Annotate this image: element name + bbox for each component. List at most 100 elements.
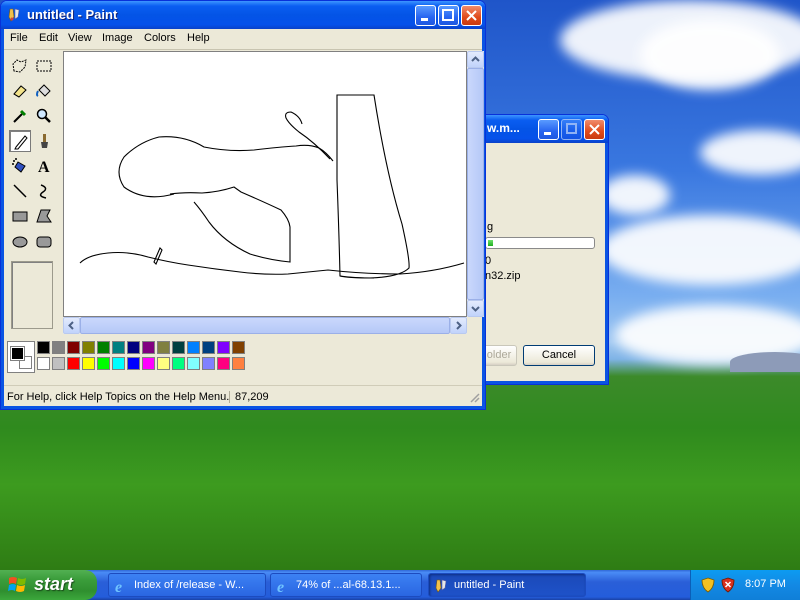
minimize-button[interactable] [538,119,559,140]
color-swatch[interactable] [142,357,155,370]
status-bar: For Help, click Help Topics on the Help … [4,385,482,406]
close-button[interactable] [461,5,482,26]
arrow-up-icon [471,56,480,62]
color-swatch[interactable] [202,341,215,354]
menu-view[interactable]: View [68,32,92,44]
paint-window: untitled - Paint File Edit View Image Co… [0,0,486,410]
paint-icon [435,579,447,593]
color-swatch[interactable] [157,341,170,354]
airbrush-tool[interactable] [9,155,31,177]
maximize-button [561,119,582,140]
maximize-icon [566,123,577,134]
color-swatch[interactable] [187,341,200,354]
color-swatch[interactable] [82,357,95,370]
rectangle-tool[interactable] [9,205,31,227]
color-swatch[interactable] [67,357,80,370]
color-swatch[interactable] [172,357,185,370]
canvas-drawing [79,94,465,279]
free-form-select-tool[interactable] [9,55,31,77]
clock: 8:07 PM [745,578,786,590]
tool-options-box[interactable] [11,261,53,329]
color-swatch[interactable] [112,357,125,370]
taskbar-item-download-progress[interactable]: e 74% of ...al-68.13.1... [270,573,422,597]
menu-help[interactable]: Help [187,32,210,44]
horizontal-scrollbar[interactable] [63,317,467,334]
color-swatch[interactable] [232,357,245,370]
taskbar-item-label: 74% of ...al-68.13.1... [296,579,401,591]
maximize-button[interactable] [438,5,459,26]
vertical-scroll-thumb[interactable] [467,68,484,300]
color-swatch[interactable] [142,341,155,354]
color-swatch[interactable] [157,357,170,370]
color-swatch[interactable] [37,357,50,370]
color-swatch[interactable] [232,341,245,354]
cancel-button[interactable]: Cancel [523,345,595,366]
color-swatch[interactable] [37,341,50,354]
taskbar: start e Index of /release - W... e 74% o… [0,570,800,600]
download-dialog: w.m... g 0 n32.zip older Cancel [476,114,609,385]
eraser-tool[interactable] [9,80,31,102]
menu-edit[interactable]: Edit [39,32,58,44]
dialog-line-1: g [487,221,494,233]
resize-grip-icon[interactable] [468,391,480,403]
scroll-left-button[interactable] [63,317,80,334]
paint-titlebar[interactable]: untitled - Paint [1,1,485,29]
security-alert-icon[interactable] [721,577,735,593]
color-swatch[interactable] [127,357,140,370]
magnifier-tool[interactable] [33,105,55,127]
pencil-tool[interactable] [9,130,31,152]
eyedropper-icon [13,109,27,123]
vertical-scrollbar[interactable] [467,51,484,317]
color-swatch[interactable] [52,341,65,354]
windows-logo-icon [8,577,26,592]
eraser-icon [13,85,27,98]
color-swatch[interactable] [217,341,230,354]
brush-tool[interactable] [33,130,55,152]
polygon-tool[interactable] [33,205,55,227]
curve-tool[interactable] [33,180,55,202]
dialog-titlebar[interactable]: w.m... [477,115,608,143]
select-icon [36,60,52,72]
security-shield-icon[interactable] [701,577,715,593]
taskbar-item-index-of-release[interactable]: e Index of /release - W... [108,573,266,597]
color-swatch[interactable] [172,341,185,354]
select-tool[interactable] [33,55,55,77]
color-swatch[interactable] [202,357,215,370]
fill-with-color-tool[interactable] [33,80,55,102]
arrow-down-icon [471,306,480,312]
menu-colors[interactable]: Colors [144,32,176,44]
color-swatch[interactable] [52,357,65,370]
drawing-canvas[interactable] [63,51,467,317]
line-tool[interactable] [9,180,31,202]
menu-image[interactable]: Image [102,32,133,44]
color-swatch[interactable] [67,341,80,354]
start-button[interactable]: start [0,570,97,600]
ellipse-tool[interactable] [9,230,31,252]
menu-file[interactable]: File [10,32,28,44]
scroll-up-button[interactable] [467,51,484,68]
svg-text:A: A [38,159,50,175]
color-swatch[interactable] [82,341,95,354]
fill-bucket-icon [36,84,51,97]
minimize-icon [421,18,428,21]
text-tool[interactable]: A [33,155,55,177]
pick-color-tool[interactable] [9,105,31,127]
text-icon: A [38,159,50,175]
horizontal-scroll-thumb[interactable] [80,317,450,334]
scroll-right-button[interactable] [450,317,467,334]
rounded-rectangle-tool[interactable] [33,230,55,252]
scroll-down-button[interactable] [467,300,484,317]
color-swatch[interactable] [112,341,125,354]
ellipse-icon [12,236,28,248]
taskbar-item-paint[interactable]: untitled - Paint [428,573,586,597]
current-colors[interactable] [7,341,35,373]
color-swatch[interactable] [97,357,110,370]
foreground-color-swatch [10,346,25,361]
download-progress-bar [485,237,595,249]
color-swatch[interactable] [217,357,230,370]
close-button[interactable] [584,119,605,140]
color-swatch[interactable] [97,341,110,354]
color-swatch[interactable] [127,341,140,354]
color-swatch[interactable] [187,357,200,370]
minimize-button[interactable] [415,5,436,26]
